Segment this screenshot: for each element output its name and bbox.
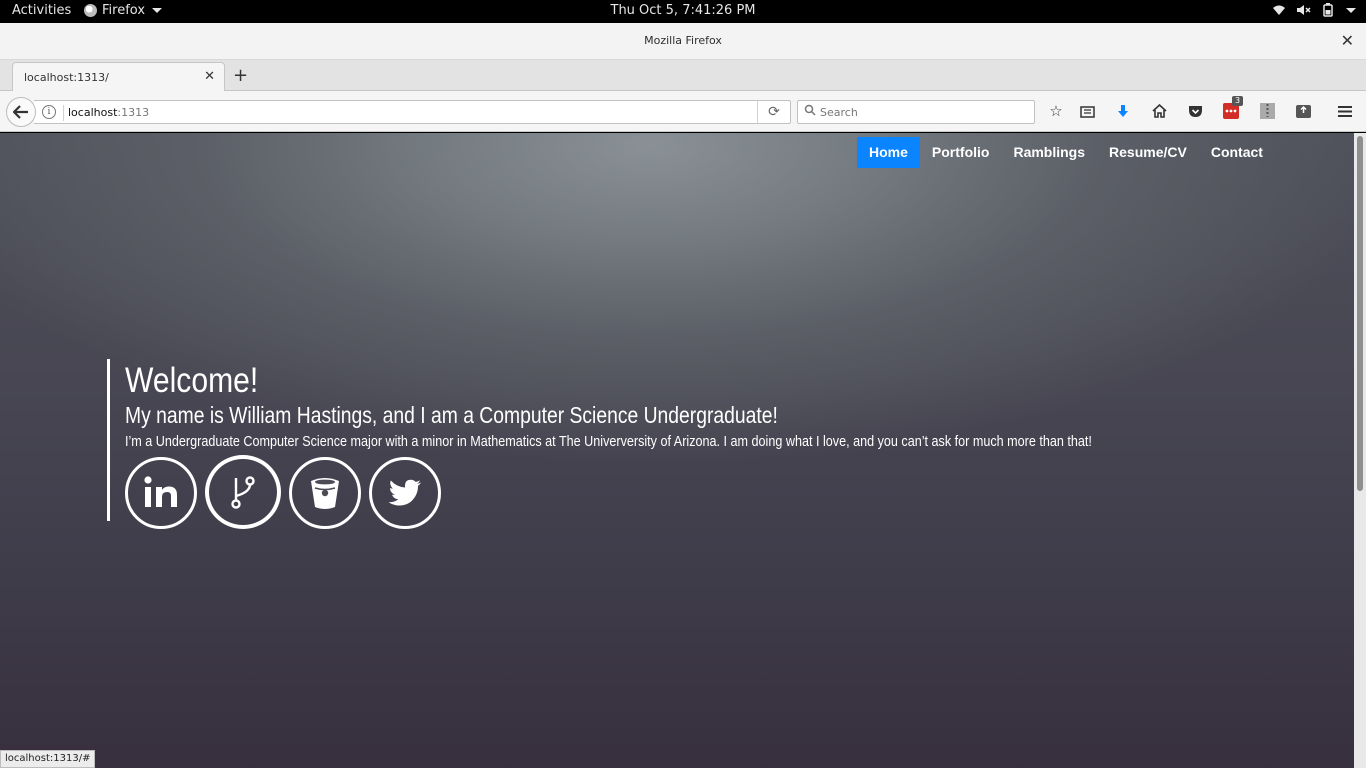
bookmarks-menu-icon[interactable] [1077,101,1097,121]
app-menu[interactable]: Firefox [84,3,163,18]
battery-icon [1323,3,1333,17]
url-host: localhost [68,106,118,119]
url-port: :1313 [117,106,150,119]
window-close-icon[interactable]: ✕ [1341,31,1354,50]
system-tray[interactable] [1272,3,1356,17]
nav-ramblings[interactable]: Ramblings [1001,137,1097,168]
system-top-bar: Activities Firefox Thu Oct 5, 7:41:26 PM [0,0,1366,23]
search-bar[interactable] [797,100,1035,124]
navigation-toolbar: i localhost:1313 ⟳ ☆ 3 [0,91,1366,132]
firefox-icon [84,4,97,17]
lastpass-icon[interactable]: 3 [1221,96,1244,121]
status-url: localhost:1313/# [0,750,96,768]
twitter-link[interactable] [369,457,441,529]
downloads-icon[interactable] [1113,101,1133,121]
bitbucket-icon [311,478,339,509]
url-bar-divider [63,105,64,121]
scrollbar-thumb[interactable] [1357,136,1363,491]
twitter-icon [388,479,421,506]
site-navigation: Home Portfolio Ramblings Resume/CV Conta… [857,137,1275,168]
volume-muted-icon [1297,5,1311,15]
chevron-down-icon [152,8,163,13]
back-button[interactable] [6,97,36,127]
git-branch-icon [231,476,255,509]
wifi-icon [1273,5,1285,15]
browser-tab[interactable]: localhost:1313/ ✕ [12,62,225,92]
nav-contact[interactable]: Contact [1199,137,1275,168]
url-bar[interactable]: i localhost:1313 ⟳ [34,100,791,124]
page-scrollbar[interactable] [1354,133,1366,768]
activities-button[interactable]: Activities [12,3,71,18]
linkedin-icon [144,476,177,507]
home-icon[interactable] [1149,101,1169,121]
tab-strip: localhost:1313/ ✕ + [0,60,1366,92]
social-links [125,455,1207,529]
git-link[interactable] [205,455,281,529]
hero-body: I’m a Undergraduate Computer Science maj… [125,433,1092,450]
nav-resume-cv[interactable]: Resume/CV [1097,137,1199,168]
zip-extension-icon[interactable] [1257,101,1277,121]
screenshot-extension-icon[interactable] [1293,101,1313,121]
app-menu-label: Firefox [102,3,146,18]
site-info-icon[interactable]: i [42,105,56,119]
search-input[interactable] [820,104,1020,120]
nav-portfolio[interactable]: Portfolio [920,137,1002,168]
nav-home[interactable]: Home [857,137,920,168]
reload-icon[interactable]: ⟳ [757,101,790,123]
system-clock[interactable]: Thu Oct 5, 7:41:26 PM [0,3,1366,18]
search-icon [804,104,816,119]
bitbucket-link[interactable] [289,457,361,529]
hero-subtitle: My name is William Hastings, and I am a … [125,402,778,428]
hero-title: Welcome! [125,361,259,400]
window-title-bar: Mozilla Firefox ✕ [0,23,1366,60]
new-tab-icon[interactable]: + [233,65,248,86]
extension-badge: 3 [1232,96,1244,106]
tab-close-icon[interactable]: ✕ [204,69,215,84]
bookmark-star-icon[interactable]: ☆ [1046,101,1066,121]
window-title: Mozilla Firefox [644,34,722,47]
hero-section: Welcome! My name is William Hastings, an… [107,359,1207,529]
tab-title: localhost:1313/ [24,71,109,84]
linkedin-link[interactable] [125,457,197,529]
pocket-icon[interactable] [1185,101,1205,121]
back-arrow-icon [13,105,28,119]
system-menu-chevron-icon [1346,7,1356,13]
url-text[interactable]: localhost:1313 [68,106,149,119]
page-viewport: Home Portfolio Ramblings Resume/CV Conta… [0,133,1354,768]
hamburger-menu-icon[interactable] [1335,101,1355,121]
